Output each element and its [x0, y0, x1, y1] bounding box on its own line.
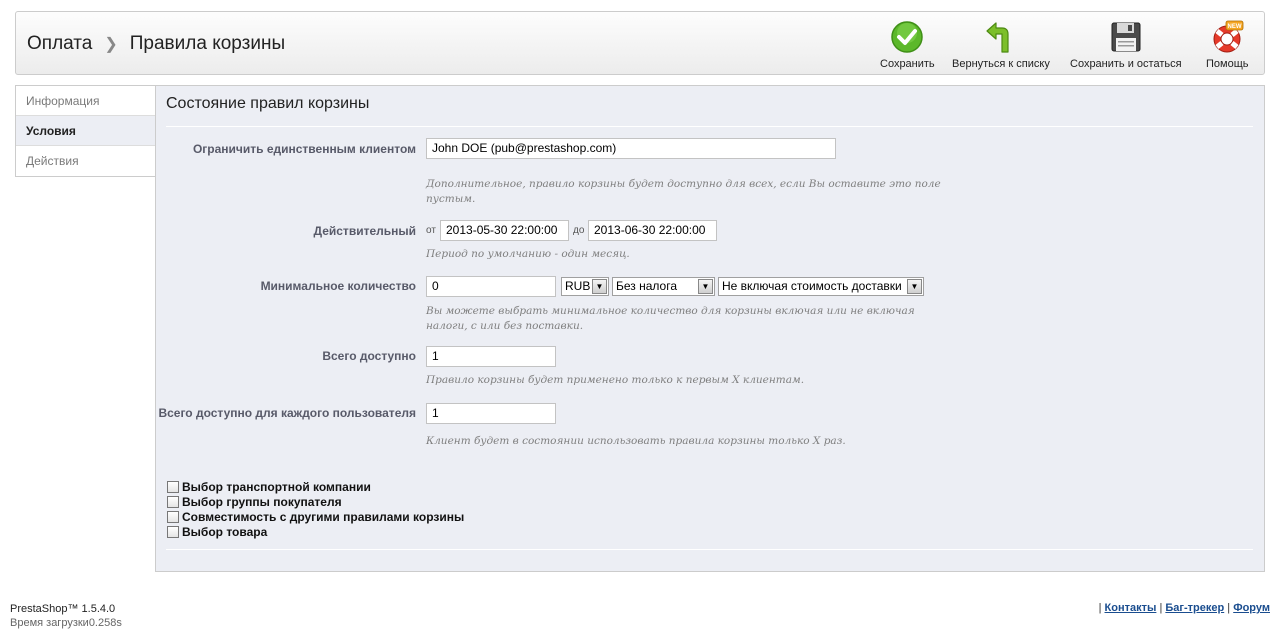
tabs-nav: Информация Условия Действия [15, 85, 156, 177]
group-restriction-label: Выбор группы покупателя [182, 495, 342, 509]
breadcrumb-separator-icon: ❯ [104, 36, 118, 53]
checkmark-icon [891, 21, 924, 53]
help-button[interactable]: NEW Помощь [1206, 20, 1249, 70]
footer-links: | Контакты | Баг-трекер | Форум [1098, 602, 1270, 614]
save-and-stay-label: Сохранить и остаться [1070, 58, 1182, 70]
valid-from-label: от [426, 225, 436, 236]
min-amount-hint: Вы можете выбрать минимальное количество… [426, 305, 915, 332]
compatibility-label: Совместимость с другими правилами корзин… [182, 510, 465, 524]
conditions-panel: Состояние правил корзины Ограничить един… [155, 85, 1265, 572]
forum-link[interactable]: Форум [1233, 602, 1270, 614]
shipping-select[interactable]: Не включая стоимость доставки ▼ [718, 277, 924, 296]
per-user-hint: Клиент будет в состоянии использовать пр… [426, 435, 846, 447]
breadcrumb: Оплата ❯ Правила корзины [27, 33, 285, 55]
divider [166, 126, 1253, 127]
save-button[interactable]: Сохранить [880, 20, 935, 70]
compatibility-checkbox-row[interactable]: Совместимость с другими правилами корзин… [167, 510, 464, 525]
help-label: Помощь [1206, 58, 1249, 70]
currency-select-value: RUB [565, 279, 591, 293]
tab-actions[interactable]: Действия [16, 146, 156, 176]
bugtracker-link[interactable]: Баг-трекер [1165, 602, 1224, 614]
min-amount-label: Минимальное количество [260, 279, 416, 293]
chevron-down-icon: ▼ [907, 279, 922, 294]
version-text: PrestaShop™ 1.5.4.0 [10, 603, 116, 615]
date-from-input[interactable]: 2013-05-30 22:00:00 [440, 220, 569, 241]
per-user-label: Всего доступно для каждого пользователя [158, 406, 416, 420]
checkbox[interactable] [167, 496, 179, 508]
floppy-disk-icon [1111, 22, 1141, 52]
back-to-list-label: Вернуться к списку [952, 58, 1050, 70]
new-badge: NEW [1228, 24, 1242, 30]
tab-conditions[interactable]: Условия [16, 116, 156, 146]
valid-hint: Период по умолчанию - один месяц. [426, 248, 630, 260]
currency-select[interactable]: RUB ▼ [561, 277, 609, 296]
customer-label: Ограничить единственным клиентом [192, 142, 416, 156]
tab-information[interactable]: Информация [16, 86, 156, 116]
lifebuoy-icon: NEW [1213, 20, 1244, 53]
valid-label: Действительный [313, 224, 416, 238]
breadcrumb-item-payment[interactable]: Оплата [27, 33, 92, 54]
load-time-text: Время загрузки0.258s [10, 617, 122, 629]
chevron-down-icon: ▼ [592, 279, 607, 294]
total-available-hint: Правило корзины будет применено только к… [426, 374, 805, 386]
tax-select-value: Без налога [616, 279, 678, 293]
footer-info: PrestaShop™ 1.5.4.0 Время загрузки0.258s [10, 602, 122, 630]
save-button-label: Сохранить [880, 58, 935, 70]
carrier-restriction-label: Выбор транспортной компании [182, 480, 371, 494]
checkbox[interactable] [167, 481, 179, 493]
back-to-list-button[interactable]: Вернуться к списку [952, 20, 1050, 70]
back-arrow-icon [986, 22, 1009, 53]
save-and-stay-button[interactable]: Сохранить и остаться [1070, 20, 1182, 70]
carrier-restriction-checkbox-row[interactable]: Выбор транспортной компании [167, 480, 371, 495]
breadcrumb-item-cart-rules: Правила корзины [129, 33, 286, 54]
shipping-select-value: Не включая стоимость доставки [722, 279, 902, 293]
panel-title: Состояние правил корзины [166, 95, 370, 112]
valid-to-label: до [573, 225, 585, 236]
per-user-input[interactable]: 1 [426, 403, 556, 424]
product-restriction-label: Выбор товара [182, 525, 268, 539]
checkbox[interactable] [167, 511, 179, 523]
toolbar: Оплата ❯ Правила корзины Сохранить Вернуть… [15, 11, 1265, 75]
total-available-label: Всего доступно [322, 349, 416, 363]
date-to-input[interactable]: 2013-06-30 22:00:00 [588, 220, 717, 241]
product-restriction-checkbox-row[interactable]: Выбор товара [167, 525, 267, 540]
customer-input[interactable]: John DOE (pub@prestashop.com) [426, 138, 836, 159]
chevron-down-icon: ▼ [698, 279, 713, 294]
checkbox[interactable] [167, 526, 179, 538]
divider [166, 549, 1253, 550]
group-restriction-checkbox-row[interactable]: Выбор группы покупателя [167, 495, 342, 510]
tax-select[interactable]: Без налога ▼ [612, 277, 715, 296]
customer-hint: Дополнительное, правило корзины будет до… [426, 178, 941, 205]
min-amount-input[interactable]: 0 [426, 276, 556, 297]
total-available-input[interactable]: 1 [426, 346, 556, 367]
contacts-link[interactable]: Контакты [1105, 602, 1157, 614]
